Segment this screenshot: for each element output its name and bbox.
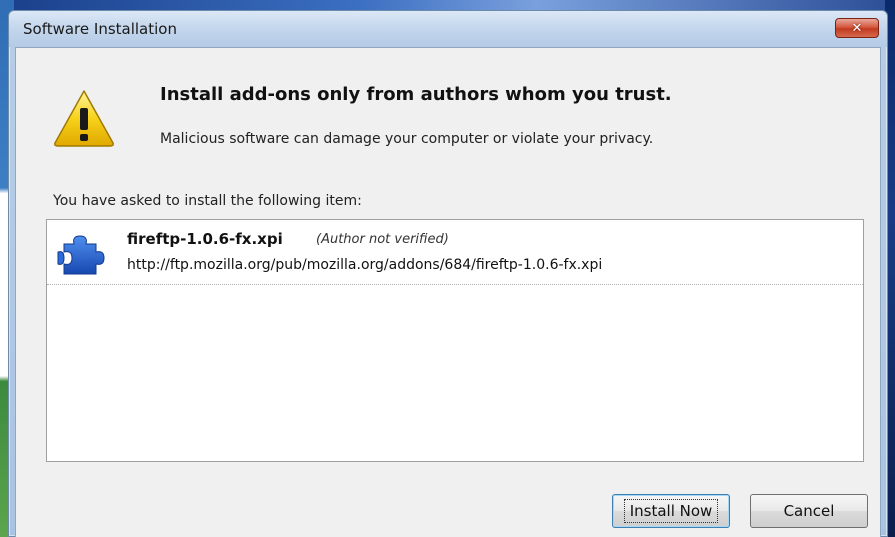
install-intro-label: You have asked to install the following …	[53, 193, 362, 209]
window-title: Software Installation	[23, 20, 177, 38]
close-icon: ✕	[851, 20, 863, 36]
warning-triangle-icon	[54, 90, 114, 147]
title-bar[interactable]: Software Installation ✕	[9, 11, 887, 47]
install-now-button[interactable]: Install Now	[612, 494, 730, 528]
install-items-list[interactable]: fireftp-1.0.6-fx.xpi (Author not verifie…	[46, 219, 864, 462]
addon-filename: fireftp-1.0.6-fx.xpi	[127, 230, 283, 248]
close-button[interactable]: ✕	[835, 18, 879, 38]
install-now-label: Install Now	[623, 499, 719, 523]
addon-url: http://ftp.mozilla.org/pub/mozilla.org/a…	[127, 257, 603, 273]
warning-heading: Install add-ons only from authors whom y…	[160, 84, 672, 105]
author-status: (Author not verified)	[316, 232, 449, 247]
software-installation-dialog: Software Installation ✕ Install add-ons …	[8, 10, 888, 537]
cancel-button[interactable]: Cancel	[750, 494, 868, 528]
list-item[interactable]: fireftp-1.0.6-fx.xpi (Author not verifie…	[47, 220, 863, 285]
cancel-label: Cancel	[783, 502, 835, 520]
dialog-body: Install add-ons only from authors whom y…	[15, 47, 881, 537]
warning-subtext: Malicious software can damage your compu…	[160, 131, 654, 147]
puzzle-piece-icon	[57, 235, 105, 275]
